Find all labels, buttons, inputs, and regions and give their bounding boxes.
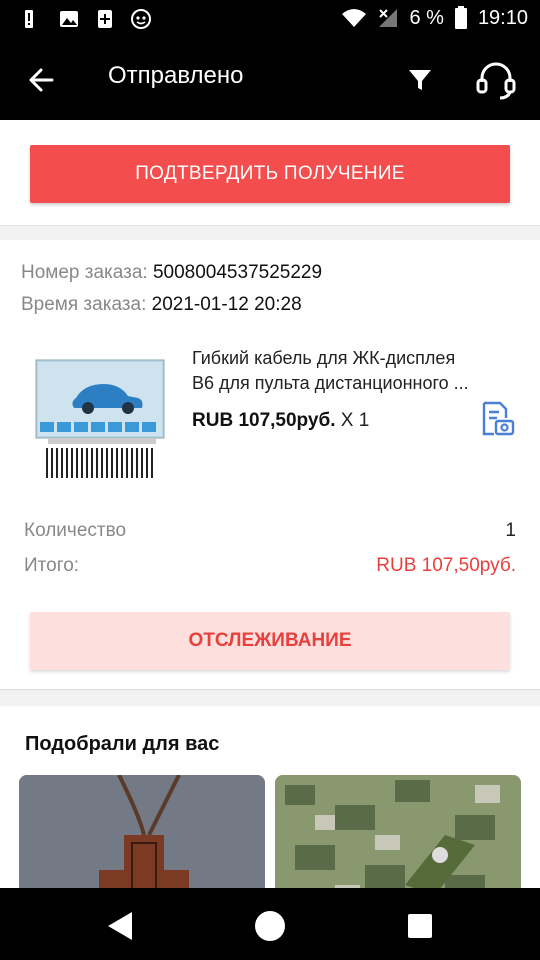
- plus-icon: [98, 10, 112, 28]
- signal-off-icon: [379, 9, 398, 27]
- recommendation-card-cross[interactable]: [19, 775, 265, 888]
- product-title-line1: Гибкий кабель для ЖК-дисплея: [192, 348, 456, 368]
- product-image[interactable]: [28, 350, 168, 490]
- total-row: Итого: RUB 107,50руб.: [24, 555, 516, 577]
- wifi-icon: [342, 9, 367, 27]
- nav-home-icon[interactable]: [250, 906, 290, 946]
- system-nav-bar: [0, 888, 540, 960]
- product-price: RUB 107,50руб.: [192, 410, 336, 431]
- quantity-value: 1: [505, 520, 516, 541]
- recommendations-section: Подобрали для вас: [0, 706, 540, 888]
- product-title-line2: B6 для пульта дистанционного ...: [192, 373, 469, 393]
- product-title[interactable]: Гибкий кабель для ЖК-дисплея B6 для пуль…: [192, 346, 510, 396]
- nav-back-icon[interactable]: [100, 906, 140, 946]
- total-label: Итого:: [24, 555, 80, 576]
- product-price-row: RUB 107,50руб. X 1: [192, 410, 369, 432]
- battery-percent: 6 %: [409, 6, 444, 29]
- image-icon: [60, 11, 78, 27]
- headset-icon[interactable]: [472, 58, 520, 102]
- order-time-label: Время заказа:: [21, 294, 147, 315]
- order-number-value[interactable]: 5008004537525229: [153, 262, 322, 283]
- recommendations-title: Подобрали для вас: [25, 733, 220, 755]
- photo-review-icon[interactable]: [478, 400, 516, 438]
- alert-icon: [25, 10, 33, 28]
- battery-icon: [454, 6, 467, 29]
- quantity-label: Количество: [24, 520, 127, 541]
- tracking-button[interactable]: ОТСЛЕЖИВАНИЕ: [30, 612, 510, 670]
- quantity-row: Количество 1: [24, 520, 516, 542]
- product-quantity: X 1: [340, 410, 370, 431]
- filter-icon[interactable]: [402, 62, 438, 98]
- recommendation-card-knife[interactable]: [275, 775, 521, 888]
- confirm-section: ПОДТВЕРДИТЬ ПОЛУЧЕНИЕ: [0, 120, 540, 226]
- order-card: Номер заказа: 5008004537525229 Время зак…: [0, 240, 540, 690]
- confirm-receipt-button[interactable]: ПОДТВЕРДИТЬ ПОЛУЧЕНИЕ: [30, 145, 510, 203]
- order-time-value: 2021-01-12 20:28: [151, 294, 302, 315]
- back-arrow-icon[interactable]: [22, 60, 62, 100]
- order-number-row: Номер заказа: 5008004537525229: [21, 262, 322, 284]
- page-title: Отправлено: [108, 62, 244, 89]
- nav-recents-icon[interactable]: [400, 906, 440, 946]
- order-time-row: Время заказа: 2021-01-12 20:28: [21, 294, 302, 316]
- app-badge-icon: [131, 9, 151, 29]
- order-number-label: Номер заказа:: [21, 262, 148, 283]
- app-bar: Отправлено: [0, 38, 540, 120]
- clock: 19:10: [477, 6, 528, 29]
- status-bar: 6 % 19:10: [0, 0, 540, 38]
- total-value: RUB 107,50руб.: [376, 555, 516, 576]
